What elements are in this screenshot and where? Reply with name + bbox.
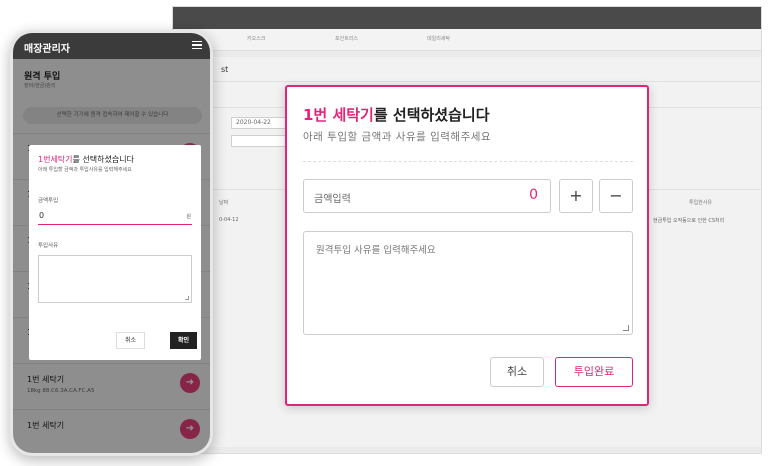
reason-placeholder: 원격투입 사유를 입력해주세요 [316, 245, 436, 256]
phone-mockup: 매장관리자 원격 투입 장비(현금)관리 선택한 기기에 원격 접속하여 제어할… [10, 30, 213, 456]
dialog-title-rest: 를 선택하셨습니다 [373, 106, 490, 124]
amount-input[interactable]: 금액입력 0 [303, 179, 551, 213]
desktop-topbar [173, 7, 761, 29]
amount-value: 0 [39, 211, 45, 220]
amount-placeholder: 금액입력 [314, 194, 351, 205]
table-header-reason: 투입한사유 [689, 200, 713, 206]
phone-modal-subtitle: 아래 투입할 금액과 투입사유를 입력해주세요 [38, 167, 132, 173]
amount-value: 0 [529, 187, 538, 203]
confirm-button[interactable]: 확인 [170, 332, 197, 349]
date-input[interactable]: 2020-04-22 [231, 117, 287, 129]
remote-input-dialog: 1번 세탁기를 선택하셨습니다 아래 투입할 금액과 사유를 입력해주세요 금액… [285, 85, 649, 406]
dialog-title: 1번 세탁기를 선택하셨습니다 [303, 104, 490, 125]
amount-unit: 원 [186, 214, 191, 220]
minus-icon[interactable]: − [599, 179, 633, 213]
divider [203, 81, 761, 82]
tab-daily-laundry[interactable]: 데일리세탁 [427, 35, 450, 42]
cancel-button[interactable]: 취소 [116, 332, 145, 349]
phone-screen: 매장관리자 원격 투입 장비(현금)관리 선택한 기기에 원격 접속하여 제어할… [13, 33, 210, 453]
tab-pointless[interactable]: 포인트리스 [335, 35, 358, 42]
phone-modal-title-rest: 를 선택하셨습니다 [72, 155, 134, 164]
cancel-button[interactable]: 취소 [490, 357, 544, 387]
app-title: 매장관리자 [24, 44, 70, 55]
plus-icon[interactable]: + [559, 179, 593, 213]
phone-modal: 1번세탁기를 선택하셨습니다 아래 투입할 금액과 투입사유를 입력해주세요 금… [29, 145, 201, 360]
menu-icon[interactable] [192, 41, 202, 49]
table-cell-reason: 현금투입 오작동으로 인한 CS처리 [653, 218, 725, 224]
amount-input[interactable]: 0 원 [38, 209, 192, 225]
dialog-subtitle: 아래 투입할 금액과 사유를 입력해주세요 [303, 131, 492, 143]
table-cell-date: 0-04-12 [219, 217, 239, 223]
desktop-tabbar: 키오스크 포인트리스 데일리세탁 [173, 29, 761, 51]
tab-kiosk[interactable]: 키오스크 [247, 35, 265, 42]
resize-grip-icon[interactable] [623, 325, 629, 331]
dashed-divider [303, 161, 633, 162]
amount-label: 금액투입 [38, 198, 59, 204]
content-title: st [221, 65, 229, 74]
app-header: 매장관리자 [13, 33, 210, 59]
resize-grip-icon[interactable] [185, 296, 189, 300]
reason-textarea[interactable]: 원격투입 사유를 입력해주세요 [303, 231, 633, 335]
phone-modal-title: 1번세탁기를 선택하셨습니다 [38, 154, 134, 165]
selected-machine-name: 1번세탁기 [38, 155, 73, 164]
submit-button[interactable]: 투입완료 [555, 357, 633, 387]
reason-textarea[interactable] [38, 255, 192, 303]
reason-label: 투입사유 [38, 243, 59, 249]
selected-machine-name: 1번 세탁기 [303, 106, 374, 124]
date-input-2[interactable] [231, 135, 287, 147]
table-header-date: 날짜 [219, 200, 229, 206]
